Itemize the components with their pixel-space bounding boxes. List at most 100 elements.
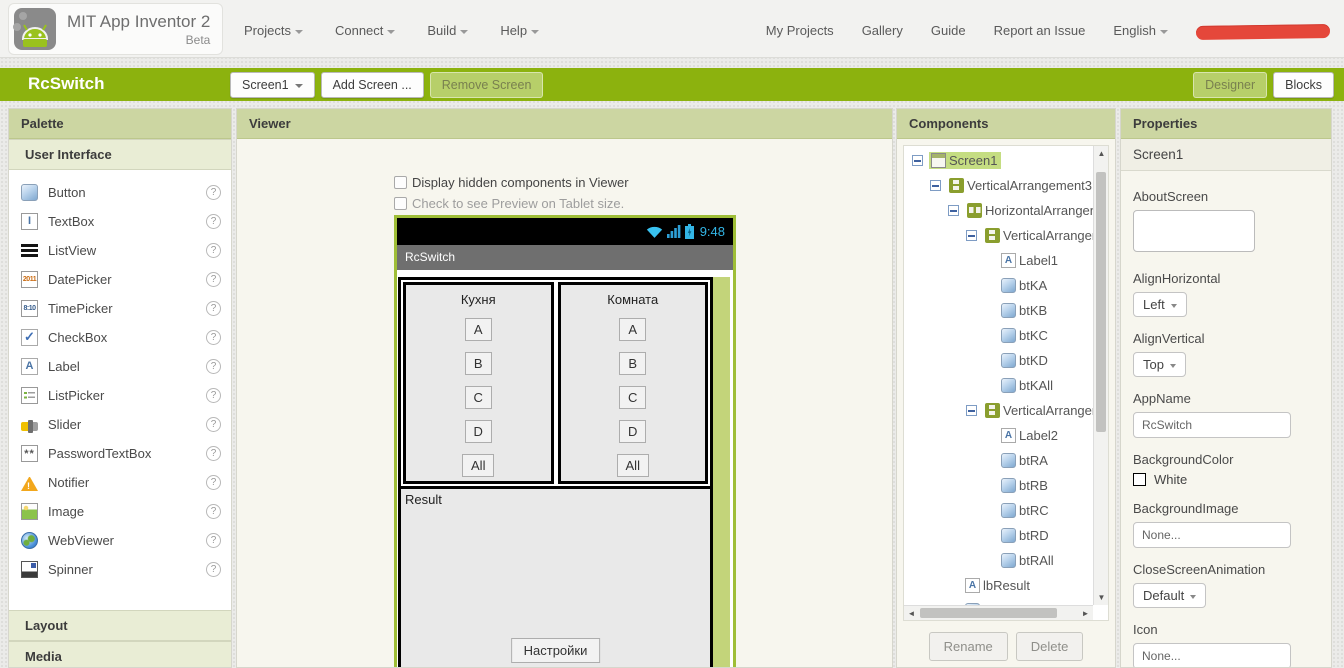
help-icon[interactable]: ? — [206, 533, 221, 548]
account-email-redacted[interactable] — [1195, 23, 1331, 40]
palette-item-image[interactable]: Image ? — [9, 497, 231, 526]
horizontal-scrollbar[interactable]: ◄ ► — [904, 605, 1093, 620]
palette-item-checkbox[interactable]: ✓ CheckBox ? — [9, 323, 231, 352]
vertical-arrangement3[interactable]: Кухня A B C D All Комната A B C D All Result Нас… — [398, 277, 713, 667]
palette-item-timepicker[interactable]: 8:10 TimePicker ? — [9, 294, 231, 323]
link-my-projects[interactable]: My Projects — [766, 23, 834, 38]
BackgroundColor-picker[interactable]: White — [1133, 472, 1319, 487]
tree-item-VerticalArrangen[interactable]: VerticalArrangen — [904, 398, 1093, 423]
CloseScreenAnimation-dropdown[interactable]: Default — [1133, 583, 1207, 608]
app-button-D[interactable]: D — [619, 420, 647, 443]
palette-item-button[interactable]: Button ? — [9, 178, 231, 207]
palette-item-slider[interactable]: Slider ? — [9, 410, 231, 439]
palette-item-webviewer[interactable]: WebViewer ? — [9, 526, 231, 555]
tree-item-btKAll[interactable]: btKAll — [904, 373, 1093, 398]
help-icon[interactable]: ? — [206, 272, 221, 287]
AlignVertical-dropdown[interactable]: Top — [1133, 352, 1186, 377]
palette-section-media[interactable]: Media — [9, 641, 231, 667]
tree-item-btKC[interactable]: btKC — [904, 323, 1093, 348]
tree-item-btRA[interactable]: btRA — [904, 448, 1093, 473]
app-button-C[interactable]: C — [619, 386, 647, 409]
menu-build[interactable]: Build — [427, 23, 469, 38]
settings-button[interactable]: Настройки — [510, 638, 601, 663]
arrangement-column-Комната[interactable]: Комната A B C D All — [557, 282, 708, 484]
palette-section-layout[interactable]: Layout — [9, 610, 231, 641]
scroll-down-arrow[interactable]: ▼ — [1094, 590, 1108, 605]
collapse-icon[interactable] — [966, 405, 977, 416]
tree-item-btKD[interactable]: btKD — [904, 348, 1093, 373]
app-button-D[interactable]: D — [464, 420, 492, 443]
app-button-A[interactable]: A — [619, 318, 647, 341]
collapse-icon[interactable] — [912, 155, 923, 166]
help-icon[interactable]: ? — [206, 504, 221, 519]
rename-button[interactable]: Rename — [928, 632, 1008, 661]
column-title[interactable]: Кухня — [406, 292, 551, 307]
tree-item-Screen1[interactable]: Screen1 — [904, 148, 1093, 173]
vertical-scroll-thumb[interactable] — [1096, 172, 1106, 432]
palette-item-textbox[interactable]: I TextBox ? — [9, 207, 231, 236]
tree-item-btRAll[interactable]: btRAll — [904, 548, 1093, 573]
palette-item-listview[interactable]: ListView ? — [9, 236, 231, 265]
help-icon[interactable]: ? — [206, 359, 221, 374]
help-icon[interactable]: ? — [206, 446, 221, 461]
menu-projects[interactable]: Projects — [244, 23, 303, 38]
help-icon[interactable]: ? — [206, 562, 221, 577]
remove-screen-button[interactable]: Remove Screen — [429, 72, 544, 98]
help-icon[interactable]: ? — [206, 330, 221, 345]
app-button-All[interactable]: All — [616, 454, 649, 477]
menu-help[interactable]: Help — [500, 23, 540, 38]
palette-item-passwordtextbox[interactable]: ** PasswordTextBox ? — [9, 439, 231, 468]
tree-item-HorizontalArrangen[interactable]: HorizontalArrangen — [904, 198, 1093, 223]
Icon-picker[interactable]: None... — [1133, 643, 1291, 667]
app-button-B[interactable]: B — [619, 352, 647, 375]
palette-item-label[interactable]: A Label ? — [9, 352, 231, 381]
tree-item-lbResult[interactable]: A lbResult — [904, 573, 1093, 598]
app-button-B[interactable]: B — [464, 352, 492, 375]
scroll-left-arrow[interactable]: ◄ — [904, 606, 919, 620]
palette-item-notifier[interactable]: ! Notifier ? — [9, 468, 231, 497]
link-gallery[interactable]: Gallery — [862, 23, 903, 38]
tree-item-VerticalArrangement3[interactable]: VerticalArrangement3 — [904, 173, 1093, 198]
menu-connect[interactable]: Connect — [335, 23, 396, 38]
help-icon[interactable]: ? — [206, 185, 221, 200]
link-report-an-issue[interactable]: Report an Issue — [994, 23, 1086, 38]
tree-item-btRC[interactable]: btRC — [904, 498, 1093, 523]
arrangement-column-Кухня[interactable]: Кухня A B C D All — [403, 282, 554, 484]
column-title[interactable]: Комната — [561, 292, 706, 307]
app-button-C[interactable]: C — [464, 386, 492, 409]
palette-item-listpicker[interactable]: ListPicker ? — [9, 381, 231, 410]
AboutScreen-textarea[interactable] — [1133, 210, 1255, 252]
link-guide[interactable]: Guide — [931, 23, 966, 38]
tree-item-Label1[interactable]: A Label1 — [904, 248, 1093, 273]
help-icon[interactable]: ? — [206, 417, 221, 432]
AppName-input[interactable] — [1133, 412, 1291, 438]
AlignHorizontal-dropdown[interactable]: Left — [1133, 292, 1187, 317]
collapse-icon[interactable] — [966, 230, 977, 241]
tree-item-VerticalArrangen[interactable]: VerticalArrangen — [904, 223, 1093, 248]
scroll-up-arrow[interactable]: ▲ — [1094, 146, 1108, 161]
tree-item-btKA[interactable]: btKA — [904, 273, 1093, 298]
help-icon[interactable]: ? — [206, 214, 221, 229]
help-icon[interactable]: ? — [206, 388, 221, 403]
delete-button[interactable]: Delete — [1015, 632, 1084, 661]
display-hidden-checkbox[interactable] — [394, 176, 407, 189]
result-label[interactable]: Result — [405, 492, 442, 507]
help-icon[interactable]: ? — [206, 301, 221, 316]
help-icon[interactable]: ? — [206, 475, 221, 490]
screen-selector-button[interactable]: Screen1 — [230, 72, 315, 98]
tree-item-btSetti[interactable]: btSetti — [904, 598, 1093, 605]
horizontal-scroll-thumb[interactable] — [920, 608, 1057, 618]
app-button-All[interactable]: All — [462, 454, 495, 477]
tree-item-btRB[interactable]: btRB — [904, 473, 1093, 498]
app-button-A[interactable]: A — [464, 318, 492, 341]
designer-button[interactable]: Designer — [1193, 72, 1268, 98]
tree-item-Label2[interactable]: A Label2 — [904, 423, 1093, 448]
palette-item-spinner[interactable]: Spinner ? — [9, 555, 231, 584]
scroll-right-arrow[interactable]: ► — [1078, 606, 1093, 620]
BackgroundImage-picker[interactable]: None... — [1133, 522, 1291, 548]
help-icon[interactable]: ? — [206, 243, 221, 258]
tree-item-btRD[interactable]: btRD — [904, 523, 1093, 548]
result-arrangement[interactable]: Result Настройки — [401, 486, 710, 667]
blocks-button[interactable]: Blocks — [1273, 72, 1334, 98]
palette-section-user-interface[interactable]: User Interface — [9, 139, 231, 170]
